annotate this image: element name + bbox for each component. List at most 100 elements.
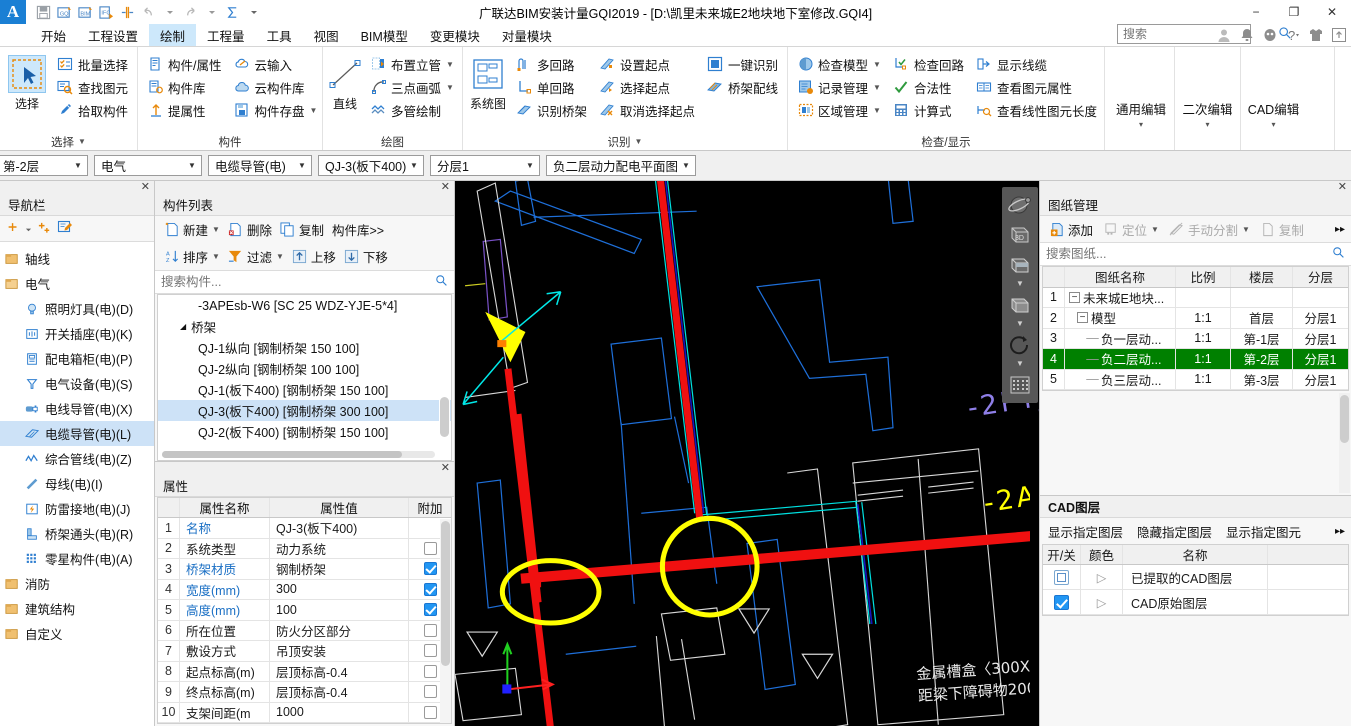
sidebar-item-cable-conduit[interactable]: 电缆导管(电)(L) bbox=[0, 421, 154, 446]
discipline-combo[interactable]: 电气 ▼ bbox=[94, 155, 202, 176]
row-value[interactable]: 层顶标高-0.4 bbox=[270, 682, 409, 702]
chevron-down-icon[interactable]: ▼ bbox=[873, 60, 881, 69]
list-item[interactable]: QJ-1纵向 [钢制桥架 150 100] bbox=[158, 337, 451, 358]
component-list-hscrollbar[interactable] bbox=[162, 450, 435, 458]
batch-select-button[interactable]: 批量选择 bbox=[53, 53, 132, 75]
close-icon[interactable]: ✕ bbox=[141, 182, 150, 193]
orbit-icon[interactable] bbox=[1005, 191, 1035, 219]
close-icon[interactable]: ✕ bbox=[441, 462, 450, 474]
chevron-down-icon[interactable]: ▼ bbox=[310, 106, 318, 115]
sidebar-item-custom[interactable]: 自定义 bbox=[0, 621, 154, 646]
line-tool-button[interactable]: 直线 bbox=[326, 51, 364, 112]
sidebar-item-electrical[interactable]: 电气 bbox=[0, 271, 154, 296]
additional-checkbox[interactable] bbox=[423, 623, 437, 637]
table-row[interactable]: 6 所在位置 防火分区部分 bbox=[158, 620, 451, 641]
check-model-button[interactable]: 检查模型 ▼ bbox=[793, 53, 885, 75]
sidebar-item-misc-component[interactable]: 零星构件(电)(A) bbox=[0, 546, 154, 571]
close-icon[interactable]: ✕ bbox=[1338, 182, 1347, 193]
area-manage-button[interactable]: 区域管理 ▼ bbox=[793, 99, 885, 121]
find-element-button[interactable]: 查找图元 bbox=[53, 76, 132, 98]
close-icon[interactable]: ✕ bbox=[441, 182, 450, 193]
table-row[interactable]: 9 终点标高(m) 层顶标高-0.4 bbox=[158, 682, 451, 703]
table-row[interactable]: 7 敷设方式 吊顶安装 bbox=[158, 641, 451, 662]
tab-measure-module[interactable]: 对量模块 bbox=[491, 24, 563, 46]
undo-icon[interactable] bbox=[139, 3, 158, 22]
one-key-identify-button[interactable]: 一键识别 bbox=[703, 53, 782, 75]
help-icon[interactable]: ? bbox=[1283, 25, 1303, 45]
rotate-icon[interactable] bbox=[1005, 331, 1035, 359]
more-drawing-tools-button[interactable]: ▸▸ bbox=[1332, 222, 1351, 237]
row-value[interactable]: 钢制桥架 bbox=[270, 559, 409, 579]
copy-component-button[interactable]: 复制 bbox=[277, 218, 327, 241]
maximize-button[interactable]: ❐ bbox=[1275, 0, 1313, 24]
table-row[interactable]: 5 — 负三层动... 1:1 第-3层 分层1 bbox=[1043, 369, 1348, 390]
manual-split-button[interactable]: 手动分割 ▼ bbox=[1166, 218, 1253, 241]
filter-button[interactable]: 过滤 ▼ bbox=[225, 245, 287, 268]
canvas-vscrollbar[interactable] bbox=[1030, 431, 1039, 726]
component-list[interactable]: -3APEsb-W6 [SC 25 WDZ-YJE-5*4] ◢ 桥架 QJ-1纵… bbox=[157, 294, 452, 461]
3d-view-icon[interactable]: 3D bbox=[1005, 221, 1035, 249]
drawing-search-input[interactable] bbox=[1046, 247, 1332, 261]
component-property-button[interactable]: 构件/属性 bbox=[143, 53, 225, 75]
system-diagram-button[interactable]: 系统图 bbox=[466, 51, 510, 112]
cad-canvas[interactable]: -2PYJX1-1 -2APE1-4 金属槽盒〈150X100〉 距梁下障碍物2… bbox=[455, 181, 1040, 726]
bim-export-icon[interactable]: BIM bbox=[76, 3, 95, 22]
qat-caret-icon[interactable] bbox=[244, 3, 263, 22]
sidebar-item-axis[interactable]: 轴线 bbox=[0, 246, 154, 271]
list-item[interactable]: QJ-2(板下400) [钢制桥架 150 100] bbox=[158, 421, 451, 442]
chevron-down-icon[interactable]: ▼ bbox=[212, 252, 220, 261]
drawing-combo[interactable]: 负二层动力配电平面图 ▼ bbox=[546, 155, 696, 176]
chevron-down-icon[interactable]: ▼ bbox=[212, 225, 220, 234]
row-value[interactable]: 层顶标高-0.4 bbox=[270, 661, 409, 681]
tab-start[interactable]: 开始 bbox=[30, 24, 77, 46]
bell-icon[interactable] bbox=[1237, 25, 1257, 45]
add-drawing-button[interactable]: 添加 bbox=[1046, 218, 1096, 241]
component-save-button[interactable]: 构件存盘 ▼ bbox=[229, 99, 321, 121]
chevron-down-icon[interactable]: ▼ bbox=[635, 137, 643, 146]
row-value[interactable]: 100 bbox=[270, 600, 409, 620]
expander-icon[interactable]: ◢ bbox=[180, 322, 186, 331]
box-solid-icon[interactable] bbox=[1005, 291, 1035, 319]
identify-tray-button[interactable]: 识别桥架 bbox=[512, 99, 591, 121]
account-icon[interactable] bbox=[1214, 25, 1234, 45]
tab-change-module[interactable]: 变更模块 bbox=[419, 24, 491, 46]
chevron-down-icon[interactable]: ▼ bbox=[71, 161, 85, 170]
view-element-property-button[interactable]: 查看图元属性 bbox=[972, 76, 1101, 98]
add-icon[interactable] bbox=[6, 220, 20, 237]
chevron-down-icon[interactable]: ▼ bbox=[185, 161, 199, 170]
set-start-button[interactable]: 设置起点 bbox=[595, 53, 699, 75]
additional-checkbox[interactable] bbox=[423, 644, 437, 658]
arc-button[interactable]: 三点画弧 ▼ bbox=[366, 76, 458, 98]
select-tool-button[interactable]: 选择 bbox=[3, 51, 51, 112]
move-up-button[interactable]: 上移 bbox=[289, 245, 339, 268]
table-row[interactable]: 4 宽度(mm) 300 bbox=[158, 579, 451, 600]
multi-pipe-button[interactable]: 多管绘制 bbox=[366, 99, 458, 121]
ifc-export-icon[interactable]: IFC bbox=[97, 3, 116, 22]
chevron-down-icon[interactable]: ▼ bbox=[1016, 360, 1024, 369]
drawing-vscrollbar[interactable] bbox=[1339, 393, 1350, 493]
additional-checkbox[interactable] bbox=[423, 664, 437, 678]
locate-drawing-button[interactable]: 定位 ▼ bbox=[1100, 218, 1162, 241]
select-start-button[interactable]: 选择起点 bbox=[595, 76, 699, 98]
chevron-down-icon[interactable]: ▼ bbox=[407, 161, 421, 170]
chevron-down-icon[interactable]: ▼ bbox=[679, 161, 693, 170]
add-plus-icon[interactable] bbox=[37, 220, 52, 238]
secondary-edit-button[interactable]: 二次编辑 ▾ bbox=[1174, 47, 1240, 150]
copy-drawing-button[interactable]: 复制 bbox=[1257, 218, 1307, 241]
row-value[interactable]: 吊顶安装 bbox=[270, 641, 409, 661]
additional-checkbox[interactable] bbox=[423, 685, 437, 699]
show-specified-layer-button[interactable]: 显示指定图层 bbox=[1048, 522, 1123, 541]
table-row[interactable]: 3 桥架材质 钢制桥架 bbox=[158, 559, 451, 580]
tray-wiring-button[interactable]: 桥架配线 bbox=[703, 76, 782, 98]
search-icon[interactable] bbox=[435, 274, 448, 290]
component-list-vscrollbar[interactable] bbox=[439, 296, 450, 459]
chevron-down-icon[interactable]: ▼ bbox=[446, 83, 454, 92]
row-value[interactable]: 动力系统 bbox=[270, 538, 409, 558]
chevron-down-icon[interactable]: ▼ bbox=[446, 60, 454, 69]
chevron-down-icon[interactable]: ▼ bbox=[523, 161, 537, 170]
redo-caret-icon[interactable] bbox=[202, 3, 221, 22]
move-down-button[interactable]: 下移 bbox=[341, 245, 391, 268]
riser-button[interactable]: 布置立管 ▼ bbox=[366, 53, 458, 75]
table-row-selected[interactable]: 4 — 负二层动... 1:1 第-2层 分层1 bbox=[1043, 349, 1348, 370]
sidebar-item-fire[interactable]: 消防 bbox=[0, 571, 154, 596]
